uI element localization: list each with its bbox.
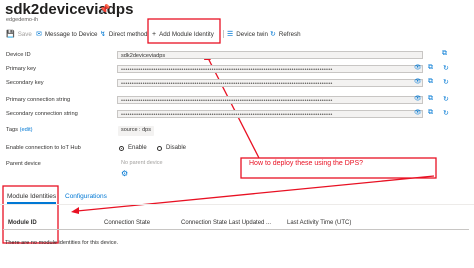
enable-radio[interactable] (119, 146, 124, 151)
parent-device-label: Parent device (6, 161, 41, 167)
tag-chip: source : dps (118, 126, 154, 136)
regenerate-icon[interactable]: ↻ (443, 109, 449, 117)
eye-icon[interactable]: 👁 (414, 78, 422, 85)
disable-radio-label: Disable (166, 145, 187, 151)
column-header-connection-state: Connection State (104, 220, 151, 226)
eye-icon[interactable]: 👁 (414, 109, 422, 116)
callout-arrowhead-left (71, 207, 79, 214)
empty-table-message: There are no module identities for this … (5, 240, 119, 246)
regenerate-icon[interactable]: ↻ (443, 95, 449, 103)
column-header-last-activity: Last Activity Time (UTC) (287, 220, 352, 226)
enable-radio-label: Enable (128, 145, 147, 151)
regenerate-icon[interactable]: ↻ (443, 78, 449, 86)
eye-icon[interactable]: 👁 (414, 64, 422, 71)
annotation-callout-text: How to deploy these using the DPS? (249, 160, 364, 167)
secondary-connection-string-field[interactable]: ••••••••••••••••••••••••••••••••••••••••… (117, 110, 423, 118)
tags-label: Tags (edit) (6, 127, 33, 133)
table-header-divider (3, 229, 469, 230)
primary-connection-string-field[interactable]: ••••••••••••••••••••••••••••••••••••••••… (117, 96, 423, 104)
copy-icon[interactable]: ⧉ (442, 50, 447, 58)
primary-connection-string-label: Primary connection string (6, 97, 71, 103)
tab-module-identities[interactable]: Module Identities (7, 193, 57, 204)
callout-arrow-to-modules (76, 175, 435, 212)
secondary-connection-string-label: Secondary connection string (6, 111, 78, 117)
column-header-module-id: Module ID (8, 220, 37, 226)
gear-icon[interactable]: ⚙ (121, 169, 128, 178)
copy-icon[interactable]: ⧉ (428, 95, 433, 103)
copy-icon[interactable]: ⧉ (428, 78, 433, 86)
primary-key-label: Primary key (6, 66, 37, 72)
column-header-connection-state-updated: Connection State Last Updated ... (181, 220, 272, 226)
add-module-highlight-box (147, 18, 221, 44)
primary-key-field[interactable]: ••••••••••••••••••••••••••••••••••••••••… (117, 65, 423, 73)
callout-arrow-to-add-module (207, 57, 260, 159)
secondary-key-field[interactable]: ••••••••••••••••••••••••••••••••••••••••… (117, 79, 423, 87)
copy-icon[interactable]: ⧉ (428, 64, 433, 72)
eye-icon[interactable]: 👁 (414, 95, 422, 102)
secondary-key-label: Secondary key (6, 80, 44, 86)
tags-edit-link[interactable]: (edit) (20, 127, 33, 133)
disable-radio[interactable] (157, 146, 162, 151)
parent-device-value: No parent device (121, 160, 163, 166)
enable-connection-label: Enable connection to IoT Hub (6, 145, 81, 151)
device-id-field[interactable]: sdk2deviceviadps (117, 51, 423, 59)
annotation-overlay (2, 18, 437, 244)
device-id-label: Device ID (6, 52, 31, 58)
tabs-divider (0, 204, 474, 205)
tab-configurations[interactable]: Configurations (65, 193, 107, 200)
regenerate-icon[interactable]: ↻ (443, 64, 449, 72)
copy-icon[interactable]: ⧉ (428, 109, 433, 117)
